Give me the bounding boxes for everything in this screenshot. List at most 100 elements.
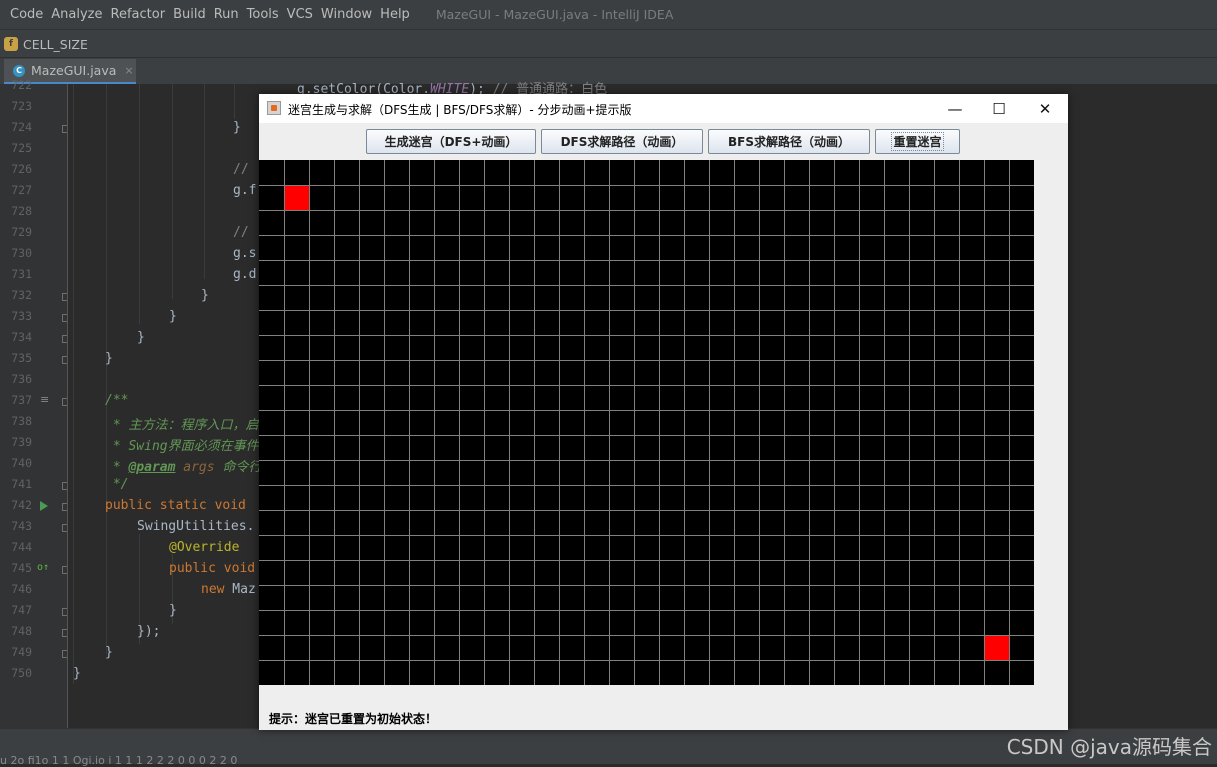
- editor-tabbar: C MazeGUI.java ×: [0, 57, 1217, 85]
- line-number: 722: [11, 78, 32, 92]
- line-number: 736: [11, 372, 32, 386]
- bfs-solve-button[interactable]: BFS求解路径（动画）: [708, 129, 870, 154]
- dfs-solve-button[interactable]: DFS求解路径（动画）: [541, 129, 703, 154]
- code-line-750: }: [73, 666, 81, 681]
- line-number: 740: [11, 456, 32, 470]
- code-line-745: public void: [169, 561, 256, 576]
- line-number: 733: [11, 309, 32, 323]
- code-line-746: new Maz: [201, 582, 256, 597]
- maze-canvas: [259, 160, 1034, 685]
- code-line-738: * 主方法：程序入口，启: [105, 418, 259, 433]
- menu-help[interactable]: Help: [370, 7, 410, 22]
- line-number: 742: [11, 498, 32, 512]
- status-text: u 2o fi1o 1 1 Ogi.io i 1 1 1 2 2 2 0 0 0…: [0, 754, 238, 767]
- breadcrumb[interactable]: CELL_SIZE: [23, 37, 88, 52]
- line-number: 746: [11, 582, 32, 596]
- run-icon[interactable]: [40, 501, 48, 511]
- line-number: 745: [11, 561, 32, 575]
- menu-build[interactable]: Build: [163, 7, 206, 22]
- override-icon[interactable]: o↑: [37, 562, 49, 573]
- code-line-731: g.d: [233, 267, 257, 282]
- window-title: 迷宫生成与求解（DFS生成 | BFS/DFS求解）- 分步动画+提示版: [288, 103, 632, 117]
- line-number: 744: [11, 540, 32, 554]
- line-number: 734: [11, 330, 32, 344]
- maze-end-cell: [985, 636, 1009, 660]
- code-line-733: }: [169, 309, 177, 324]
- maze-app-window: 迷宫生成与求解（DFS生成 | BFS/DFS求解）- 分步动画+提示版 — ☐…: [259, 94, 1068, 730]
- menu-analyze[interactable]: Analyze: [41, 7, 102, 22]
- java-app-icon: [267, 101, 281, 115]
- code-line-743: SwingUtilities.: [137, 519, 255, 534]
- indent-guide: [106, 84, 107, 654]
- code-line-727: g.f: [233, 183, 257, 198]
- code-line-730: g.s: [233, 246, 257, 261]
- line-number: 739: [11, 435, 32, 449]
- button-label: DFS求解路径（动画）: [560, 135, 684, 149]
- line-number: 723: [11, 99, 32, 113]
- editor-gutter: 722 723 724 725 726 727 728 729 730 731 732 733 734 7…: [0, 78, 70, 728]
- code-line-735: }: [105, 351, 113, 366]
- code-line-742: public static void: [105, 498, 246, 513]
- watermark: CSDN @java源码集合: [1006, 735, 1212, 759]
- code-line-734: }: [137, 330, 145, 345]
- maximize-button[interactable]: ☐: [976, 94, 1022, 123]
- line-number: 728: [11, 204, 32, 218]
- code-line-749: }: [105, 645, 113, 660]
- button-panel: 生成迷宫（DFS+动画） DFS求解路径（动画） BFS求解路径（动画） 重置迷…: [259, 123, 1068, 160]
- line-number: 738: [11, 414, 32, 428]
- menu-window[interactable]: Window: [311, 7, 372, 22]
- maze-start-cell: [285, 186, 309, 210]
- code-line-747: }: [169, 603, 177, 618]
- button-label: 重置迷宫: [891, 132, 944, 151]
- field-icon: f: [4, 37, 18, 51]
- line-number: 726: [11, 162, 32, 176]
- indent-guide: [73, 84, 74, 684]
- line-number: 724: [11, 120, 32, 134]
- line-number: 731: [11, 267, 32, 281]
- hint-label: 提示：迷宫已重置为初始状态！: [269, 712, 438, 726]
- line-number: 735: [11, 351, 32, 365]
- doc-render-icon[interactable]: ≡: [40, 393, 49, 406]
- line-number: 725: [11, 141, 32, 155]
- ide-navbar: f CELL_SIZE: [0, 29, 1217, 58]
- tab-label: MazeGUI.java: [31, 63, 117, 78]
- close-button[interactable]: ✕: [1022, 94, 1068, 123]
- code-line-726: //: [233, 162, 249, 177]
- line-number: 730: [11, 246, 32, 260]
- code-line-744: @Override: [169, 540, 240, 555]
- code-line-748: });: [137, 624, 161, 639]
- ide-menubar: Code Analyze Refactor Build Run Tools VC…: [0, 0, 1217, 29]
- generate-maze-button[interactable]: 生成迷宫（DFS+动画）: [366, 129, 536, 154]
- button-label: 生成迷宫（DFS+动画）: [384, 135, 518, 149]
- line-number: 750: [11, 666, 32, 680]
- indent-guide: [204, 84, 205, 279]
- reset-maze-button[interactable]: 重置迷宫: [875, 129, 960, 154]
- code-line-739: * Swing界面必须在事件: [105, 439, 259, 454]
- indent-guide: [234, 84, 235, 119]
- line-number: 748: [11, 624, 32, 638]
- code-line-732: }: [201, 288, 209, 303]
- indent-guide: [172, 84, 173, 299]
- line-number: 729: [11, 225, 32, 239]
- line-number: 732: [11, 288, 32, 302]
- ide-window-title: MazeGUI - MazeGUI.java - IntelliJ IDEA: [435, 7, 674, 22]
- line-number: 747: [11, 603, 32, 617]
- line-number: 743: [11, 519, 32, 533]
- line-number: 727: [11, 183, 32, 197]
- button-label: BFS求解路径（动画）: [728, 135, 850, 149]
- window-titlebar[interactable]: 迷宫生成与求解（DFS生成 | BFS/DFS求解）- 分步动画+提示版 — ☐…: [259, 94, 1068, 123]
- menu-code[interactable]: Code: [0, 7, 43, 22]
- indent-guide: [139, 84, 140, 324]
- menu-tools[interactable]: Tools: [237, 7, 279, 22]
- menu-vcs[interactable]: VCS: [277, 7, 313, 22]
- code-line-724: }: [233, 120, 241, 135]
- code-line-741: */: [105, 477, 129, 492]
- menu-run[interactable]: Run: [204, 7, 239, 22]
- close-icon[interactable]: ×: [124, 64, 133, 77]
- line-number: 749: [11, 645, 32, 659]
- line-number: 737: [11, 393, 32, 407]
- minimize-button[interactable]: —: [932, 94, 978, 123]
- code-line-740: * @param args 命令行: [105, 460, 262, 475]
- java-class-icon: C: [13, 64, 25, 77]
- menu-refactor[interactable]: Refactor: [101, 7, 166, 22]
